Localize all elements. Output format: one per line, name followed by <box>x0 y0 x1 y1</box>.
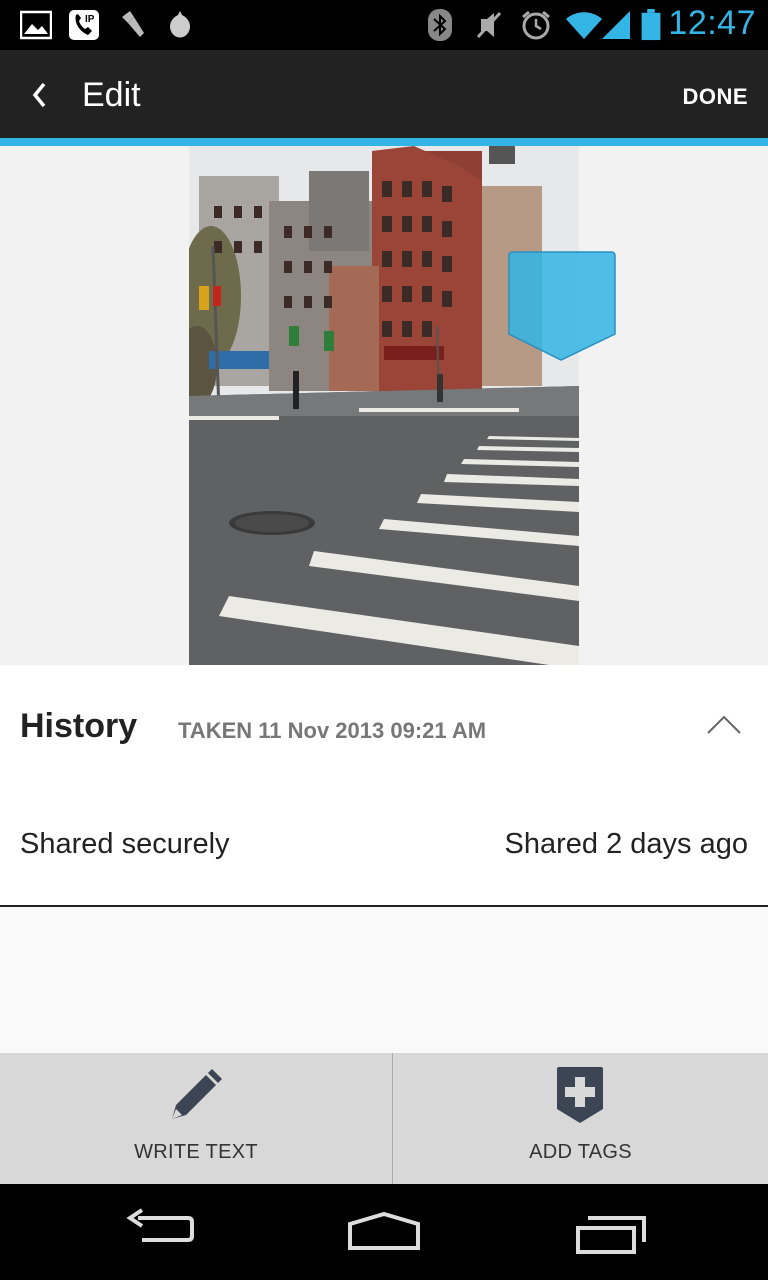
taken-date: TAKEN 11 Nov 2013 09:21 AM <box>178 718 487 743</box>
done-button[interactable]: DONE <box>682 84 748 110</box>
status-bar: IP 12:47 <box>0 0 768 50</box>
page-title: Edit <box>82 76 141 114</box>
write-text-button[interactable]: WRITE TEXT <box>0 1053 392 1184</box>
action-bar: Edit DONE <box>0 50 768 138</box>
flashlight-icon <box>122 11 144 37</box>
add-tags-label: ADD TAGS <box>529 1141 632 1163</box>
clock: 12:47 <box>668 4 756 42</box>
chevron-up-icon[interactable] <box>704 709 744 741</box>
home-nav-icon[interactable] <box>346 1212 422 1252</box>
action-bar-accent-line <box>0 138 768 146</box>
empty-area <box>0 907 768 1053</box>
battery-icon <box>641 9 661 41</box>
gallery-icon <box>20 10 52 40</box>
alarm-icon <box>522 10 550 40</box>
bottom-action-bar: WRITE TEXT ADD TAGS <box>0 1053 768 1184</box>
pencil-icon <box>172 1069 222 1119</box>
chevron-left-icon[interactable] <box>20 70 60 120</box>
street-photo <box>189 146 579 665</box>
photo-area <box>0 146 768 665</box>
write-text-label: WRITE TEXT <box>134 1141 258 1163</box>
shared-status: Shared securely <box>20 828 230 860</box>
signal-icon <box>602 11 630 39</box>
mute-icon <box>476 11 502 39</box>
navigation-bar <box>0 1184 768 1280</box>
wifi-icon <box>566 12 602 39</box>
svg-text:IP: IP <box>85 14 95 25</box>
back-nav-icon[interactable] <box>124 1208 196 1248</box>
tag-marker-icon[interactable] <box>505 250 617 362</box>
add-tags-button[interactable]: ADD TAGS <box>393 1053 768 1184</box>
history-panel: History TAKEN 11 Nov 2013 09:21 AM Share… <box>0 665 768 907</box>
sip-call-icon: IP <box>69 10 99 40</box>
app-drop-icon <box>170 11 190 38</box>
shared-when: Shared 2 days ago <box>504 828 748 860</box>
history-title: History <box>20 707 138 745</box>
tag-plus-icon <box>557 1067 603 1123</box>
bluetooth-icon <box>428 9 452 41</box>
recents-nav-icon[interactable] <box>574 1216 648 1256</box>
